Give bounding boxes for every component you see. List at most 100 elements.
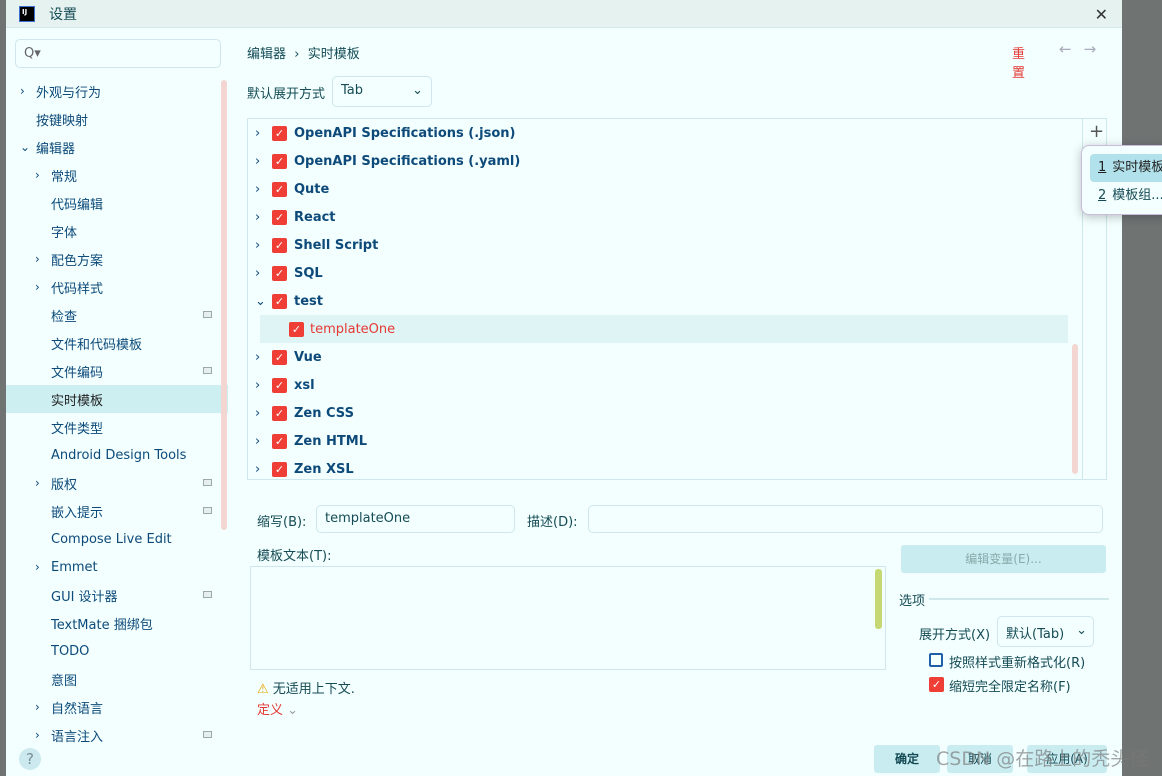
editor-scrollbar[interactable] [875,569,882,629]
group-checkbox[interactable]: ✓ [272,265,287,281]
breadcrumb-separator: › [294,47,300,62]
group-checkbox[interactable]: ✓ [272,377,287,393]
template-group-row[interactable]: › ✓ Zen XSL [248,455,1082,483]
chevron-right-icon[interactable]: › [255,182,260,197]
chevron-right-icon[interactable]: › [255,406,260,421]
sidebar-item[interactable]: › 版权 [6,469,228,497]
chevron-right-icon[interactable]: › [35,168,40,182]
chevron-right-icon[interactable]: › [35,700,40,714]
sidebar-item[interactable]: 字体 [6,217,228,245]
group-checkbox[interactable]: ✓ [272,209,287,225]
sidebar-item[interactable]: › 外观与行为 [6,77,228,105]
ok-button[interactable]: 确定 [874,745,940,773]
sidebar-item[interactable]: 检查 [6,301,228,329]
template-group-row[interactable]: › ✓ Vue [248,343,1082,371]
group-checkbox[interactable]: ✓ [272,433,287,449]
popup-item-template-group[interactable]: 2 模板组... [1090,182,1162,210]
mnemonic: 2 [1098,188,1107,203]
template-group-row[interactable]: › ✓ Shell Script [248,231,1082,259]
shorten-fqn-checkbox[interactable]: ✓ [929,677,944,692]
popup-item-live-template[interactable]: 1 实时模板 [1090,154,1162,182]
sidebar-item[interactable]: 文件和代码模板 [6,329,228,357]
chevron-right-icon[interactable]: › [255,238,260,253]
group-checkbox[interactable]: ✓ [272,237,287,253]
reset-link[interactable]: 重置 [1012,43,1025,81]
sidebar-item[interactable]: › 自然语言 [6,693,228,721]
group-checkbox[interactable]: ✓ [272,181,287,197]
expand-with-select[interactable]: 默认(Tab) ⌄ [997,616,1094,647]
group-checkbox[interactable]: ✓ [272,153,287,169]
sidebar-item-label: 代码样式 [51,281,104,297]
template-group-row[interactable]: › ✓ OpenAPI Specifications (.yaml) [248,147,1082,175]
chevron-right-icon[interactable]: › [35,280,40,294]
chevron-right-icon[interactable]: › [255,462,260,477]
back-arrow-icon[interactable]: ← [1059,40,1084,58]
sidebar-item[interactable]: GUI 设计器 [6,581,228,609]
chevron-right-icon[interactable]: › [255,210,260,225]
template-group-row[interactable]: ⌄ ✓ test [248,287,1082,315]
sidebar-item[interactable]: 文件编码 [6,357,228,385]
description-input[interactable] [588,505,1103,533]
template-checkbox[interactable]: ✓ [289,321,304,337]
chevron-down-icon[interactable]: ⌄ [20,140,30,154]
template-text-editor[interactable] [250,566,886,670]
default-expand-select[interactable]: Tab ⌄ [332,76,432,107]
add-icon[interactable]: + [1089,121,1104,142]
chevron-right-icon[interactable]: › [255,434,260,449]
template-group-row[interactable]: › ✓ xsl [248,371,1082,399]
sidebar-item[interactable]: TextMate 捆绑包 [6,609,228,637]
chevron-right-icon[interactable]: › [35,728,40,742]
settings-search-input[interactable]: Q▾ [15,39,221,68]
help-icon[interactable]: ? [19,748,41,770]
sidebar-item[interactable]: 代码编辑 [6,189,228,217]
group-checkbox[interactable]: ✓ [272,349,287,365]
abbreviation-input[interactable]: templateOne [316,505,515,533]
title-bar: IJ 设置 ✕ [6,0,1122,28]
sidebar-item[interactable]: › 配色方案 [6,245,228,273]
forward-arrow-icon[interactable]: → [1084,40,1109,58]
define-context-link[interactable]: 定义 ⌄ [257,699,298,718]
close-icon[interactable]: ✕ [1095,5,1108,24]
chevron-right-icon[interactable]: › [35,252,40,266]
expand-with-label: 展开方式(X) [919,628,991,643]
chevron-right-icon[interactable]: › [255,126,260,141]
sidebar-item[interactable]: 嵌入提示 [6,497,228,525]
sidebar-scrollbar[interactable] [221,80,227,530]
template-group-row[interactable]: › ✓ Qute [248,175,1082,203]
template-group-row[interactable]: › ✓ OpenAPI Specifications (.json) [248,119,1082,147]
chevron-right-icon[interactable]: › [35,476,40,490]
template-group-row[interactable]: › ✓ Zen CSS [248,399,1082,427]
chevron-right-icon[interactable]: › [255,378,260,393]
chevron-right-icon[interactable]: › [255,350,260,365]
group-checkbox[interactable]: ✓ [272,461,287,477]
reformat-checkbox[interactable] [929,653,943,667]
chevron-down-icon[interactable]: ⌄ [255,294,266,309]
template-group-row[interactable]: › ✓ Zen HTML [248,427,1082,455]
sidebar-item[interactable]: 文件类型 [6,413,228,441]
edit-variables-button[interactable]: 编辑变量(E)... [901,545,1106,573]
template-group-row[interactable]: › ✓ React [248,203,1082,231]
chevron-right-icon[interactable]: › [20,84,25,98]
chevron-right-icon[interactable]: › [255,266,260,281]
chevron-right-icon[interactable]: › [35,560,40,574]
sidebar-item[interactable]: › 语言注入 [6,721,228,749]
group-checkbox[interactable]: ✓ [272,405,287,421]
sidebar-item[interactable]: 按键映射 [6,105,228,133]
sidebar-item[interactable]: ⌄ 编辑器 [6,133,228,161]
group-checkbox[interactable]: ✓ [272,125,287,141]
template-row[interactable]: ✓ templateOne [260,315,1068,343]
project-settings-icon [203,731,212,738]
breadcrumb-parent[interactable]: 编辑器 [247,47,286,62]
sidebar-item[interactable]: › Emmet [6,553,228,581]
sidebar-item[interactable]: Android Design Tools [6,441,228,469]
sidebar-item[interactable]: › 代码样式 [6,273,228,301]
template-group-row[interactable]: › ✓ SQL [248,259,1082,287]
sidebar-item[interactable]: 意图 [6,665,228,693]
chevron-right-icon[interactable]: › [255,154,260,169]
sidebar-item[interactable]: 实时模板 [6,385,228,413]
sidebar-item[interactable]: Compose Live Edit [6,525,228,553]
sidebar-item-label: 文件和代码模板 [51,337,143,353]
group-checkbox[interactable]: ✓ [272,293,287,309]
sidebar-item[interactable]: TODO [6,637,228,665]
sidebar-item[interactable]: › 常规 [6,161,228,189]
